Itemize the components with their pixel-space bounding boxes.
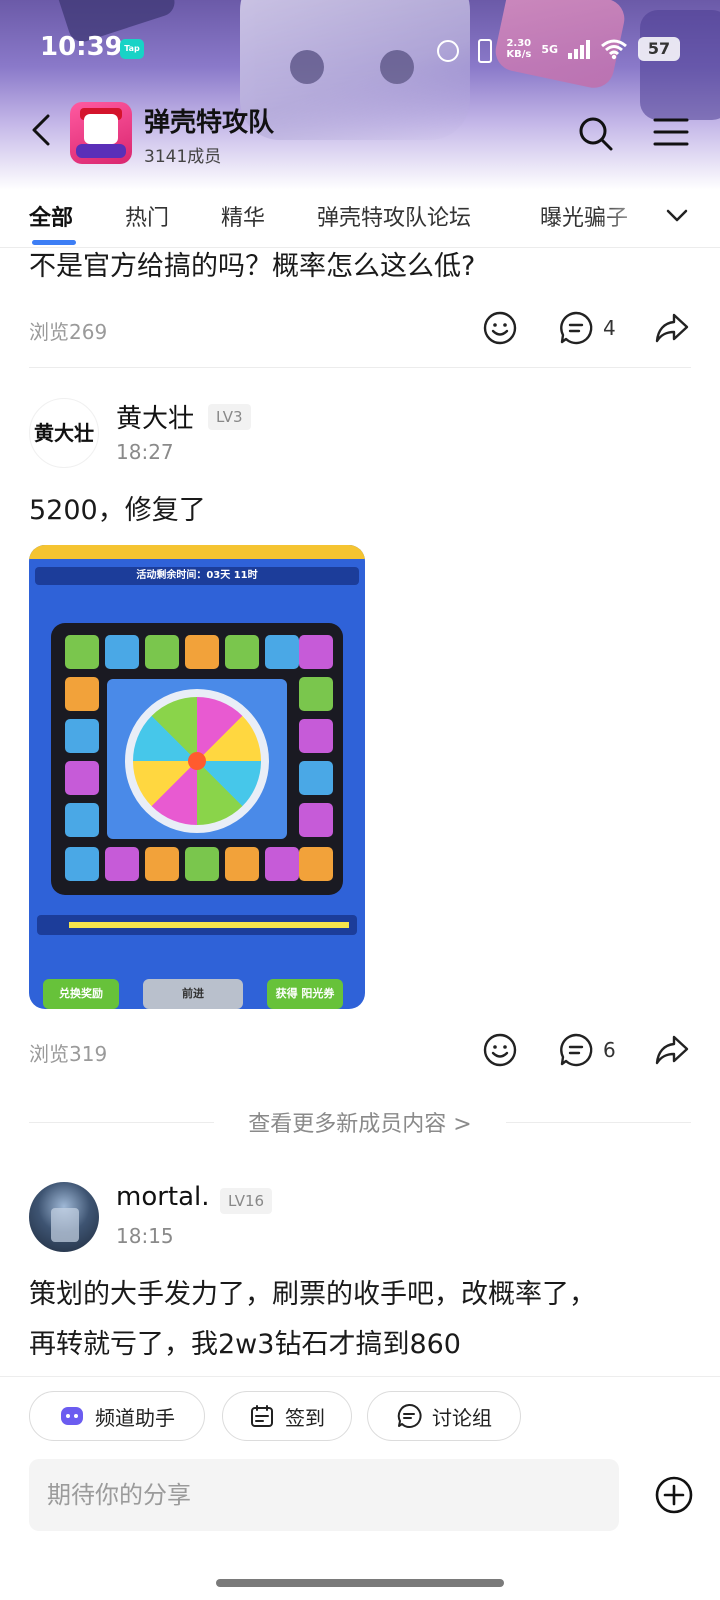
game-sun-ticket-button: 获得 阳光券 [267, 979, 343, 1009]
author-name[interactable]: 黄大壮 [116, 398, 194, 435]
avatar[interactable] [29, 1182, 99, 1252]
battery-indicator: 57 [638, 37, 680, 61]
group-header: 弹壳特攻队 3141成员 [0, 96, 720, 168]
member-count[interactable]: 3141成员 [144, 142, 221, 167]
bottom-bar: 频道助手 签到 讨论组 期待你的分享 [0, 1376, 720, 1600]
post-text[interactable]: 5200，修复了 [29, 488, 206, 527]
tab-forum[interactable]: 弹壳特攻队论坛 [317, 200, 471, 232]
post-text-line[interactable]: 再转就亏了，我2w3钻石才搞到860 [29, 1322, 461, 1361]
view-count: 浏览319 [29, 1042, 108, 1066]
view-count: 浏览269 [29, 320, 108, 344]
share-icon[interactable] [654, 310, 690, 346]
post-feed: 不是官方给搞的吗？概率怎么这么低? 浏览269 4 黄大壮 黄大壮 LV3 18… [0, 248, 720, 1376]
avatar[interactable]: 黄大壮 [29, 398, 99, 468]
game-advance-button: 前进 [143, 979, 243, 1009]
group-avatar[interactable] [70, 102, 132, 164]
alarm-icon [434, 38, 460, 62]
emoji-react-icon[interactable] [482, 310, 518, 346]
menu-icon[interactable] [652, 114, 690, 150]
wifi-icon [601, 39, 627, 60]
post-text-line[interactable]: 策划的大手发力了，刷票的收手吧，改概率了， [29, 1272, 596, 1311]
tap-app-icon: Tap [120, 39, 144, 59]
chip-label: 讨论组 [432, 1405, 492, 1430]
vibrate-icon [470, 38, 496, 63]
game-board [51, 623, 343, 895]
tab-featured[interactable]: 精华 [221, 200, 265, 232]
check-in-button[interactable]: 签到 [222, 1391, 352, 1441]
assistant-icon [61, 1407, 83, 1425]
channel-tabs: 全部 热门 精华 弹壳特攻队论坛 曝光骗子 [0, 190, 720, 248]
back-icon[interactable] [22, 110, 62, 150]
comment-count: 4 [603, 316, 616, 340]
chip-label: 频道助手 [95, 1405, 175, 1430]
tab-hot[interactable]: 热门 [125, 200, 169, 232]
share-input[interactable]: 期待你的分享 [29, 1459, 619, 1531]
post-image[interactable]: 活动剩余时间：03天 11时 兑换奖励 前进 获得 阳光券 [29, 545, 365, 1009]
post-text[interactable]: 不是官方给搞的吗？概率怎么这么低? [29, 248, 475, 283]
emoji-react-icon[interactable] [482, 1032, 518, 1068]
group-name: 弹壳特攻队 [144, 108, 275, 138]
level-badge: LV3 [208, 404, 251, 430]
status-time: 10:39 [40, 32, 123, 62]
level-badge: LV16 [220, 1188, 273, 1214]
game-redeem-button: 兑换奖励 [43, 979, 119, 1009]
post-divider [29, 367, 691, 368]
post-time: 18:27 [116, 440, 174, 464]
chevron-down-icon[interactable] [664, 202, 690, 228]
comment-count: 6 [603, 1038, 616, 1062]
author-name[interactable]: mortal. [116, 1182, 210, 1212]
add-icon[interactable] [654, 1475, 694, 1515]
search-icon[interactable] [576, 114, 616, 154]
comment-icon[interactable] [558, 1032, 594, 1068]
post-time: 18:15 [116, 1224, 174, 1248]
status-icons: 2.30 KB/s 5G 57 [434, 34, 680, 64]
game-timer-label: 活动剩余时间：03天 11时 [35, 567, 359, 585]
calendar-icon [251, 1405, 273, 1427]
comment-icon[interactable] [558, 310, 594, 346]
tab-all[interactable]: 全部 [29, 200, 73, 232]
prize-wheel [125, 689, 269, 833]
signal-icon [568, 39, 590, 59]
home-indicator[interactable] [216, 1579, 504, 1587]
network-type: 5G [541, 42, 558, 56]
discussion-group-button[interactable]: 讨论组 [367, 1391, 521, 1441]
chip-label: 签到 [285, 1405, 325, 1430]
channel-assistant-button[interactable]: 频道助手 [29, 1391, 205, 1441]
active-tab-indicator [32, 240, 76, 245]
status-bar: 10:39 Tap 2.30 KB/s 5G 57 [0, 24, 720, 74]
share-icon[interactable] [654, 1032, 690, 1068]
chat-icon [397, 1403, 422, 1428]
network-speed: 2.30 KB/s [506, 38, 532, 60]
